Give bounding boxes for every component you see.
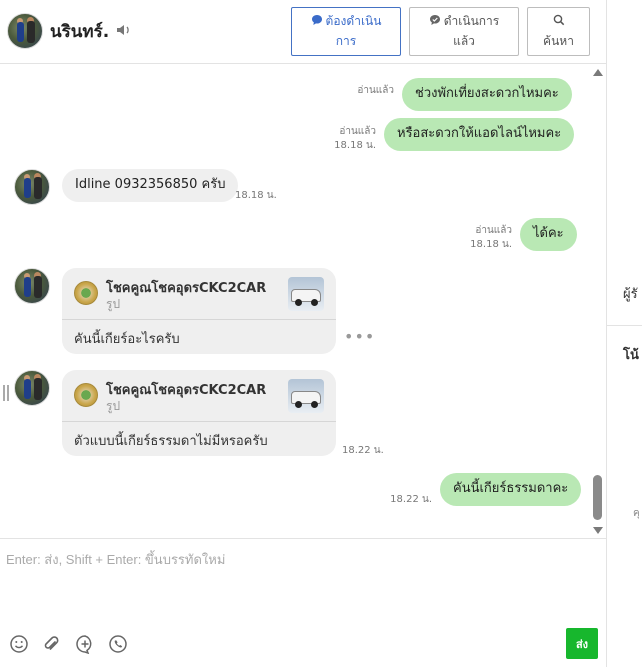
card-message: ตัวแบบนี้เกียร์ธรรมดาไม่มีหรอครับ: [74, 434, 268, 449]
done-label-2: แล้ว: [453, 34, 475, 48]
done-button[interactable]: ดำเนินการ แล้ว: [409, 7, 519, 56]
panel-label-assignee: ผู้รั: [623, 287, 638, 302]
message-bubble-outgoing[interactable]: ช่วงพักเที่ยงสะดวกไหมคะ: [402, 78, 572, 111]
done-label-1: ดำเนินการ: [443, 14, 500, 28]
card-message: คันนี้เกียร์อะไรครับ: [74, 332, 180, 347]
card-subtitle: รูป: [106, 399, 121, 413]
chat-bubble-icon: [311, 15, 322, 25]
todo-label-2: การ: [335, 34, 357, 48]
message-bubble-outgoing[interactable]: ได้คะ: [520, 218, 577, 251]
chat-app: นรินทร์. ต้องดำเนิน การ ดำเนินการ แล้ว ค…: [0, 0, 642, 667]
scroll-down-arrow-icon[interactable]: [593, 527, 603, 534]
send-button[interactable]: ส่ง: [566, 628, 598, 659]
search-icon: [553, 14, 564, 26]
shared-post-card[interactable]: โชคคูณโชคอุดรCKC2CAR รูป คันนี้เกียร์อะไ…: [62, 268, 336, 354]
message-time: 18.18 น.: [334, 140, 376, 151]
scroll-thumb[interactable]: [593, 475, 602, 520]
read-status: อ่านแล้ว: [339, 126, 376, 137]
sender-avatar[interactable]: [14, 169, 50, 205]
panel-label-small: คุ: [633, 508, 640, 519]
card-title: โชคคูณโชคอุดรCKC2CAR: [106, 383, 267, 398]
card-header[interactable]: โชคคูณโชคอุดรCKC2CAR รูป: [62, 370, 336, 422]
page-logo: [74, 383, 98, 407]
add-template-icon[interactable]: [75, 634, 95, 654]
emoji-icon[interactable]: [9, 634, 29, 654]
search-button[interactable]: ค้นหา: [527, 7, 590, 56]
page-logo: [74, 281, 98, 305]
attachment-icon[interactable]: [41, 634, 61, 654]
todo-label-1: ต้องดำเนิน: [325, 14, 382, 28]
card-title: โชคคูณโชคอุดรCKC2CAR: [106, 281, 267, 296]
speaker-icon[interactable]: [116, 23, 132, 37]
message-time: 18.22 น.: [342, 445, 384, 456]
search-label: ค้นหา: [543, 34, 574, 48]
message-bubble-outgoing[interactable]: คันนี้เกียร์ธรรมดาคะ: [440, 473, 582, 506]
message-input[interactable]: [0, 539, 604, 627]
drag-handle[interactable]: [3, 385, 9, 401]
message-time: 18.18 น.: [235, 190, 277, 201]
more-options-icon[interactable]: •••: [344, 327, 375, 346]
chat-scrollbar[interactable]: [592, 65, 605, 538]
scroll-up-arrow-icon[interactable]: [593, 69, 603, 76]
phone-chat-icon[interactable]: [108, 634, 128, 654]
contact-name[interactable]: นรินทร์.: [50, 18, 109, 45]
car-thumbnail[interactable]: [288, 277, 324, 311]
message-bubble-outgoing[interactable]: หรือสะดวกให้แอดไลน์ไหมคะ: [384, 118, 575, 151]
todo-button[interactable]: ต้องดำเนิน การ: [291, 7, 401, 56]
message-composer: ส่ง: [0, 538, 606, 667]
panel-label-notes: โน้: [623, 348, 639, 363]
contact-avatar[interactable]: [7, 13, 43, 49]
message-time: 18.22 น.: [390, 494, 432, 505]
card-header[interactable]: โชคคูณโชคอุดรCKC2CAR รูป: [62, 268, 336, 320]
read-status: อ่านแล้ว: [357, 85, 394, 96]
car-thumbnail[interactable]: [288, 379, 324, 413]
card-subtitle: รูป: [106, 297, 121, 311]
message-bubble-incoming[interactable]: Idline 0932356850 ครับ: [62, 169, 239, 202]
shared-post-card[interactable]: โชคคูณโชคอุดรCKC2CAR รูป ตัวแบบนี้เกียร์…: [62, 370, 336, 456]
chat-header: นรินทร์. ต้องดำเนิน การ ดำเนินการ แล้ว ค…: [0, 0, 606, 64]
check-bubble-icon: [429, 15, 440, 25]
message-time: 18.18 น.: [470, 239, 512, 250]
sender-avatar[interactable]: [14, 268, 50, 304]
details-panel: ผู้รั โน้ คุ: [606, 0, 642, 667]
read-status: อ่านแล้ว: [475, 225, 512, 236]
panel-divider: [607, 325, 642, 326]
sender-avatar[interactable]: [14, 370, 50, 406]
